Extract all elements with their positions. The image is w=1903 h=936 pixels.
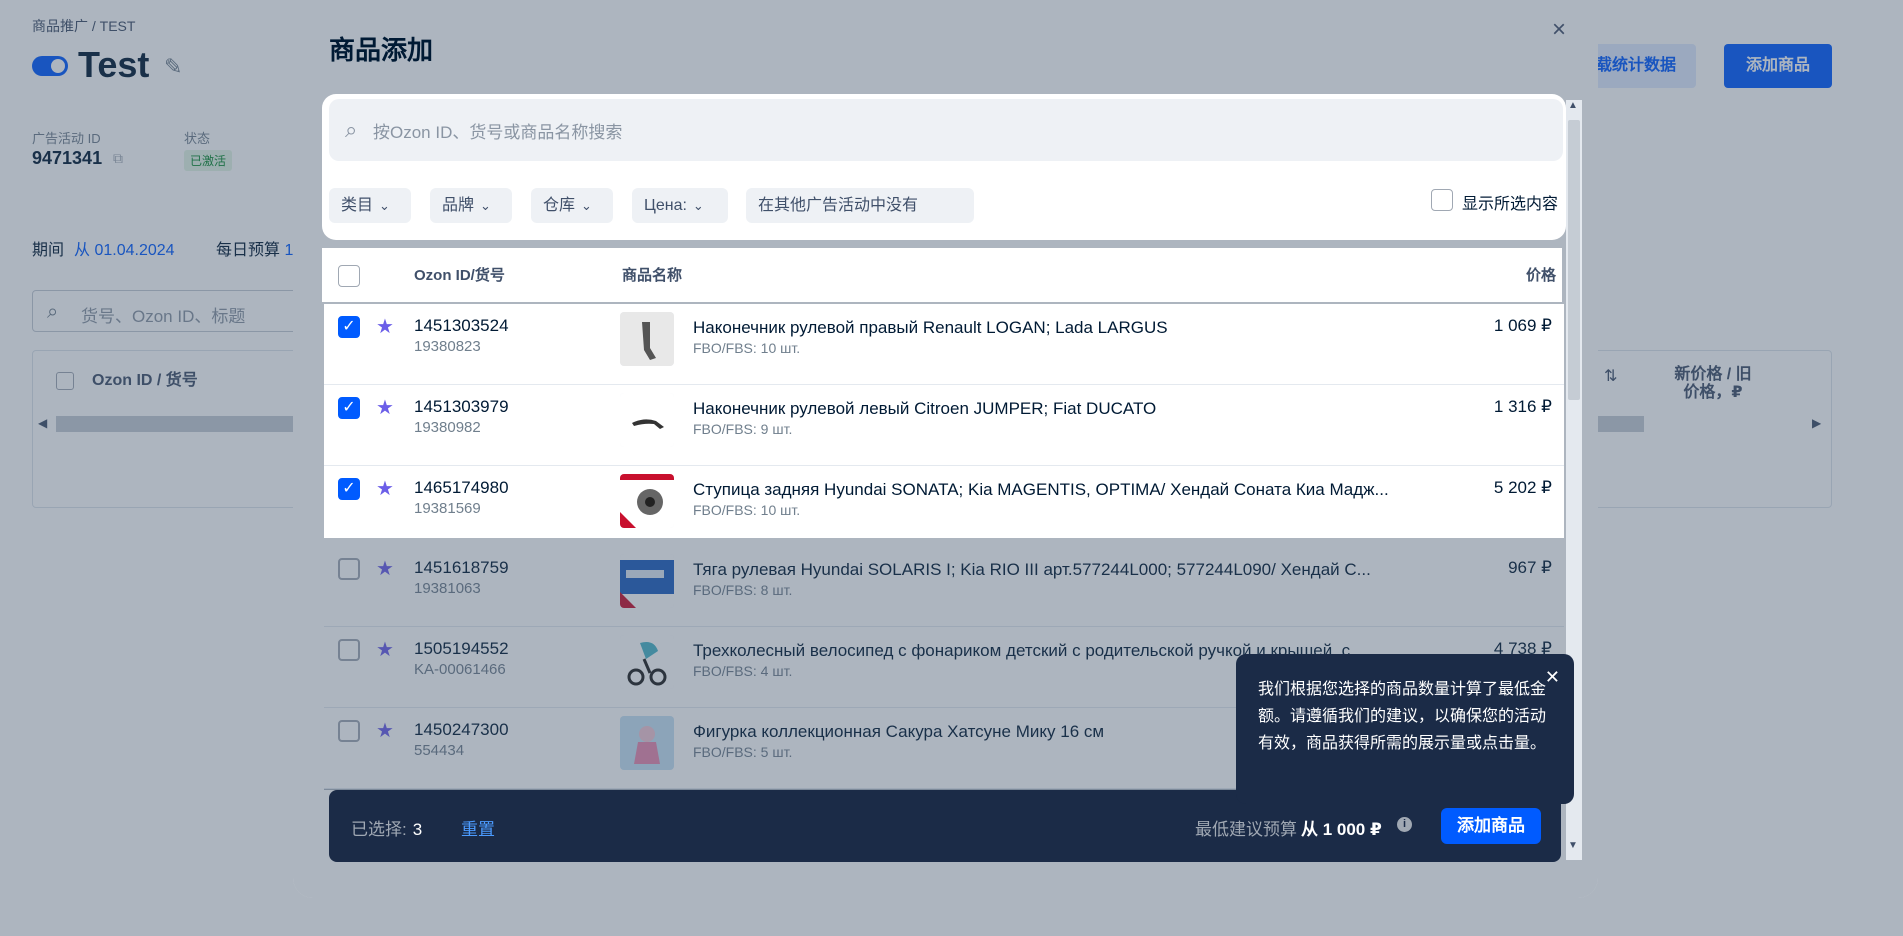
star-icon: ★ (376, 477, 394, 500)
search-icon: ⌕ (345, 117, 358, 142)
row-sku: 19380982 (414, 418, 481, 436)
row-stock: FBO/FBS: 9 шт. (693, 420, 793, 437)
filter-not-in-other-campaigns[interactable]: 在其他广告活动中没有 (746, 188, 974, 223)
select-all-checkbox[interactable] (338, 265, 360, 287)
row-product-name: Наконечник рулевой левый Citroen JUMPER;… (693, 398, 1157, 418)
selected-count: 已选择: 3 (351, 815, 422, 840)
chevron-down-icon: ⌄ (480, 198, 491, 213)
row-price: 1 316 ₽ (1493, 396, 1552, 416)
row-stock: FBO/FBS: 10 шт. (693, 501, 801, 518)
row-checkbox[interactable]: ✓ (338, 396, 360, 419)
row-ozon-id: 1451303524 (414, 316, 509, 335)
filter-price[interactable]: Цена: ⌄ (632, 188, 728, 223)
min-budget-value: 从 1 000 ₽ (1301, 820, 1382, 839)
row-product-name: Наконечник рулевой правый Renault LOGAN;… (693, 318, 1168, 337)
row-price: 1 069 ₽ (1493, 316, 1552, 335)
row-product-name: Ступица задняя Hyundai SONATA; Kia MAGEN… (693, 479, 1389, 499)
product-image (620, 392, 674, 447)
table-row[interactable]: ✓ ★ 1451303524 19380823 Наконечник рулев… (324, 304, 1564, 385)
scroll-up-icon[interactable]: ▲ (1568, 100, 1578, 111)
info-icon[interactable]: i (1397, 817, 1412, 832)
scrollbar-thumb[interactable] (1568, 120, 1580, 400)
add-selected-button[interactable]: 添加商品 (1441, 808, 1541, 844)
tooltip-text: 我们根据您选择的商品数量计算了最低金额。请遵循我们的建议，以确保您的活动有效，商… (1258, 681, 1547, 752)
modal-title: 商品添加 (329, 35, 434, 65)
header-product-name: 商品名称 (622, 267, 683, 284)
min-budget: 最低建议预算从 1 000 ₽ (1195, 815, 1382, 840)
header-ozon-id: Ozon ID/货号 (414, 267, 505, 284)
show-selected-checkbox[interactable] (1431, 189, 1453, 211)
min-budget-label: 最低建议预算 (1195, 820, 1297, 839)
selected-label: 已选择: (351, 820, 407, 839)
row-sku: 19381569 (414, 499, 481, 517)
table-row[interactable]: ✓ ★ 1451303979 19380982 Наконечник рулев… (324, 384, 1564, 466)
filter-price-label: Цена: (644, 197, 687, 214)
row-price: 5 202 ₽ (1493, 477, 1552, 497)
chevron-down-icon: ⌄ (379, 198, 390, 213)
star-icon: ★ (376, 396, 394, 419)
modal-search-placeholder: 按Ozon ID、货号或商品名称搜索 (373, 123, 623, 142)
row-checkbox[interactable]: ✓ (338, 316, 360, 338)
filter-category[interactable]: 类目 ⌄ (329, 188, 411, 223)
chevron-down-icon: ⌄ (692, 198, 704, 213)
row-checkbox[interactable]: ✓ (338, 477, 360, 500)
chevron-down-icon: ⌄ (581, 198, 592, 213)
scroll-down-icon[interactable]: ▼ (1568, 840, 1578, 851)
row-stock: FBO/FBS: 10 шт. (693, 340, 801, 356)
header-price: 价格 (1526, 267, 1557, 284)
selected-number: 3 (412, 820, 423, 839)
close-icon[interactable]: ✕ (1545, 664, 1560, 691)
table-header (322, 248, 1562, 302)
modal-search-input[interactable]: ⌕ 按Ozon ID、货号或商品名称搜索 (329, 99, 1563, 161)
product-image (620, 312, 674, 366)
filter-brand-label: 品牌 (442, 197, 475, 214)
row-sku: 19380823 (414, 338, 481, 355)
filter-warehouse[interactable]: 仓库 ⌄ (531, 188, 613, 223)
reset-link[interactable]: 重置 (461, 815, 495, 840)
budget-tooltip: 我们根据您选择的商品数量计算了最低金额。请遵循我们的建议，以确保您的活动有效，商… (1236, 654, 1574, 804)
row-ozon-id: 1451303979 (414, 396, 509, 416)
star-icon: ★ (376, 316, 394, 338)
product-image (620, 473, 674, 528)
show-selected-label[interactable]: 显示所选内容 (1462, 190, 1558, 214)
filter-warehouse-label: 仓库 (543, 197, 576, 214)
filter-category-label: 类目 (341, 197, 374, 214)
close-icon[interactable]: × (1552, 16, 1566, 44)
filter-brand[interactable]: 品牌 ⌄ (430, 188, 512, 223)
table-row[interactable]: ✓ ★ 1465174980 19381569 Ступица задняя H… (324, 465, 1564, 547)
row-ozon-id: 1465174980 (414, 477, 509, 497)
